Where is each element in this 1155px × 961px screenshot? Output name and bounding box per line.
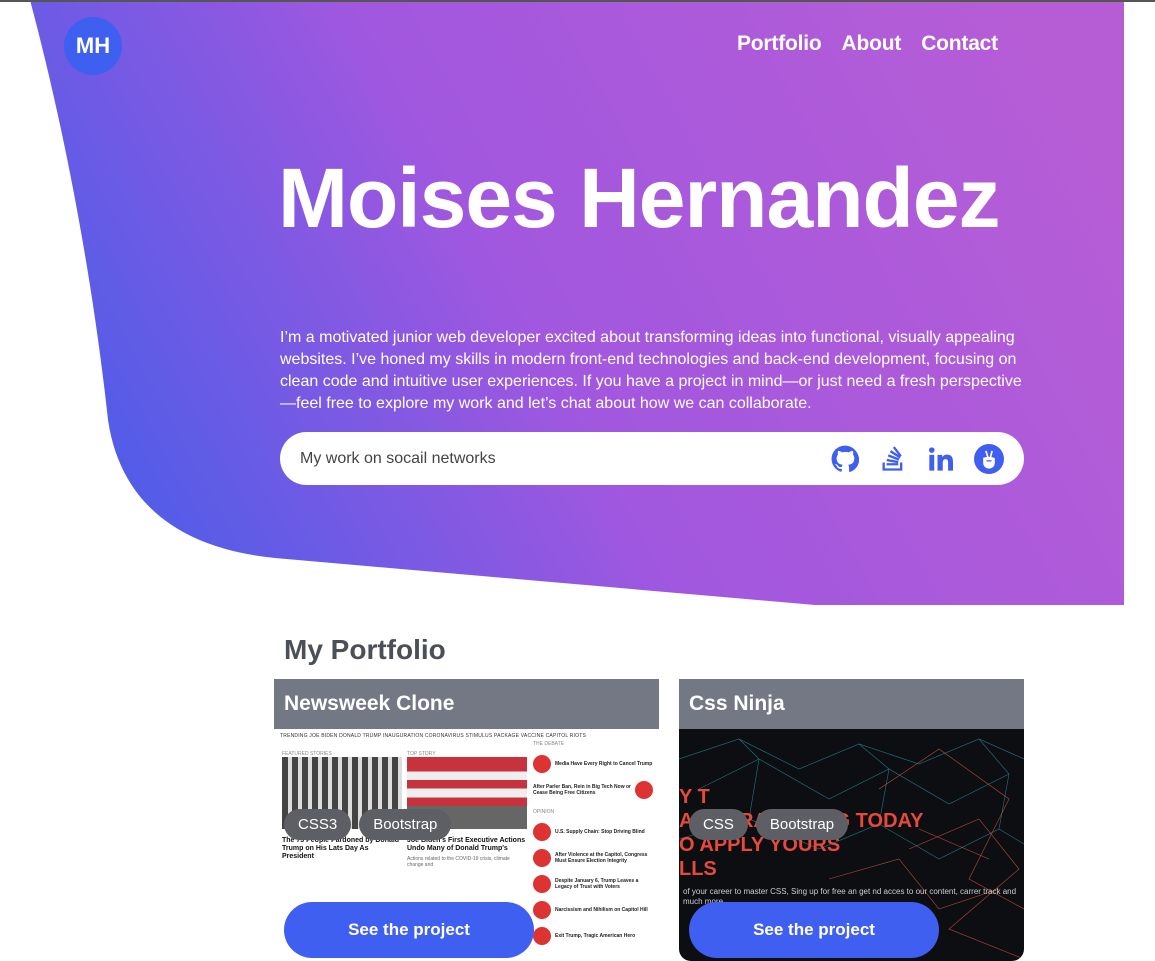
top-story-summary: Actions related to the COVID-19 crisis, …	[407, 856, 510, 868]
social-networks-bar: My work on socail networks	[280, 432, 1024, 485]
opinion-item: After Violence at the Capitol, Congress …	[533, 849, 653, 867]
tag-bootstrap: Bootstrap	[755, 809, 849, 840]
see-project-button[interactable]: See the project	[689, 902, 939, 958]
project-title: Css Ninja	[679, 679, 1024, 729]
author-avatar	[533, 901, 551, 919]
tag-bootstrap: Bootstrap	[359, 809, 452, 840]
opinion-item: Narcissism and Nihilism on Capitol Hill	[533, 901, 653, 919]
see-project-button[interactable]: See the project	[284, 902, 534, 958]
hero-title: Moises Hernandez	[278, 151, 1001, 245]
author-avatar	[533, 755, 551, 773]
opinion-label: OPINION	[533, 809, 555, 815]
top-border	[0, 0, 1155, 2]
debate-item: After Parler Ban, Rein in Big Tech Now o…	[533, 781, 653, 799]
debate-column: THE DEBATE Media Have Every Right to Can…	[533, 741, 653, 945]
project-screenshot: TRENDING JOE BIDEN DONALD TRUMP INAUGURA…	[274, 729, 659, 961]
project-title: Newsweek Clone	[274, 679, 659, 729]
project-card-css-ninja: Css Ninja Y T ART PRACTICING TODAY O APP…	[679, 679, 1024, 961]
author-avatar	[533, 849, 551, 867]
hero-background	[30, 0, 1124, 605]
debate-label: THE DEBATE	[533, 741, 565, 747]
linkedin-icon[interactable]	[926, 444, 956, 474]
opinion-item: Despite January 6, Trump Leaves a Legacy…	[533, 875, 653, 893]
stackoverflow-icon[interactable]	[878, 444, 908, 474]
nav-about[interactable]: About	[842, 32, 902, 56]
site-logo[interactable]: MH	[64, 17, 122, 75]
tag-css: CSS	[689, 809, 748, 840]
debate-item: Media Have Every Right to Cancel Trump	[533, 755, 653, 773]
main-nav: Portfolio About Contact	[737, 32, 998, 56]
project-tags: CSS3 Bootstrap	[284, 809, 452, 840]
angellist-icon[interactable]	[974, 443, 1004, 474]
hero-description: I’m a motivated junior web developer exc…	[280, 329, 1022, 412]
portfolio-title: My Portfolio	[284, 634, 446, 665]
github-icon[interactable]	[830, 444, 860, 474]
social-label: My work on socail networks	[300, 449, 496, 467]
author-avatar	[533, 823, 551, 841]
author-avatar	[533, 875, 551, 893]
author-avatar	[635, 781, 653, 799]
opinion-item: Exit Trump, Tragic American Hero	[533, 927, 653, 945]
trending-bar: TRENDING JOE BIDEN DONALD TRUMP INAUGURA…	[280, 733, 586, 739]
nav-contact[interactable]: Contact	[921, 32, 998, 56]
project-card-newsweek: Newsweek Clone TRENDING JOE BIDEN DONALD…	[274, 679, 659, 961]
featured-column: FEATURED STORIES The 73 People Pardoned …	[282, 751, 402, 861]
author-avatar	[533, 927, 551, 945]
project-screenshot: Y T ART PRACTICING TODAY O APPLY YOURS L…	[679, 729, 1024, 961]
featured-headline: The 73 People Pardoned by Donald Trump o…	[282, 837, 400, 860]
tag-css3: CSS3	[284, 809, 352, 840]
opinion-item: U.S. Supply Chain: Stop Driving Blind	[533, 823, 653, 841]
social-icons	[830, 443, 1004, 474]
project-tags: CSS Bootstrap	[689, 809, 849, 840]
nav-portfolio[interactable]: Portfolio	[737, 32, 822, 56]
